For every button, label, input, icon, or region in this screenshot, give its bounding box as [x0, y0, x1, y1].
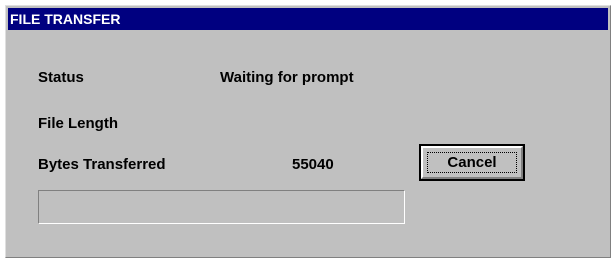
window-title: FILE TRANSFER [10, 11, 121, 27]
transfer-progress-bar [38, 190, 405, 224]
bytes-transferred-label: Bytes Transferred [38, 156, 166, 173]
status-value: Waiting for prompt [220, 69, 354, 86]
title-bar: FILE TRANSFER [8, 8, 608, 30]
status-label: Status [38, 69, 84, 86]
bytes-transferred-value: 55040 [292, 156, 334, 173]
cancel-button-label: Cancel [447, 154, 497, 171]
cancel-button[interactable]: Cancel [419, 144, 525, 181]
file-transfer-dialog: FILE TRANSFER Status Waiting for prompt … [5, 5, 611, 258]
file-length-label: File Length [38, 115, 118, 132]
